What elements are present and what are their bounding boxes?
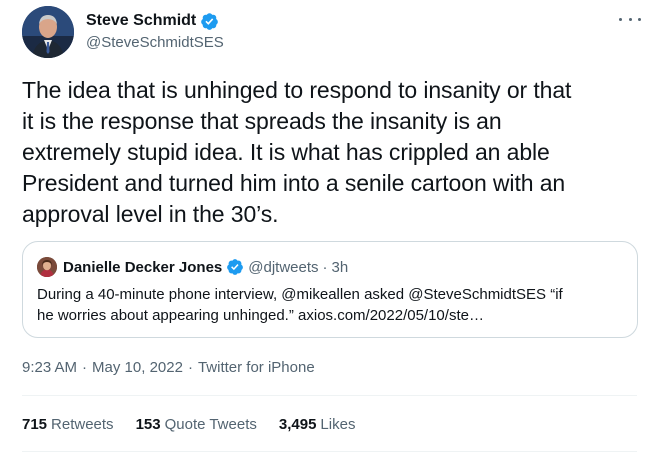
quoted-author-avatar: [37, 257, 57, 277]
author-names: Steve Schmidt @SteveSchmidtSES: [86, 10, 224, 51]
retweets-stat[interactable]: 715 Retweets: [22, 416, 114, 433]
quoted-timestamp: 3h: [331, 258, 349, 276]
likes-count: 3,495: [278, 416, 317, 433]
quote-tweets-count: 153: [135, 416, 161, 433]
author-display-name[interactable]: Steve Schmidt: [86, 12, 196, 30]
quoted-text-line: he worries about appearing unhinged.” ax…: [37, 307, 484, 324]
quoted-author-handle: @djtweets: [248, 258, 319, 276]
quoted-tweet-header: Danielle Decker Jones @djtweets · 3h: [37, 256, 348, 278]
author-handle[interactable]: @SteveSchmidtSES: [86, 34, 224, 51]
quoted-text-line: During a 40-minute phone interview, @mik…: [37, 286, 563, 303]
tweet-text-line: The idea that is unhinged to respond to …: [22, 77, 572, 103]
tweet-detail: Steve Schmidt @SteveSchmidtSES The idea …: [0, 0, 659, 454]
likes-label: Likes: [320, 416, 356, 433]
tweet-meta: 9:23 AM · May 10, 2022 · Twitter for iPh…: [22, 359, 315, 376]
author-avatar[interactable]: [22, 6, 74, 58]
divider: [22, 451, 637, 452]
tweet-text-line: extremely stupid idea. It is what has cr…: [22, 139, 550, 165]
tweet-time[interactable]: 9:23 AM: [22, 359, 77, 376]
quote-tweets-label: Quote Tweets: [164, 416, 257, 433]
quoted-tweet-text: During a 40-minute phone interview, @mik…: [37, 284, 627, 326]
tweet-text-line: approval level in the 30’s.: [22, 201, 279, 227]
tweet-source[interactable]: Twitter for iPhone: [198, 359, 315, 376]
meta-separator: ·: [82, 359, 88, 376]
quoted-tweet-card[interactable]: Danielle Decker Jones @djtweets · 3h Dur…: [22, 241, 638, 338]
quote-tweets-stat[interactable]: 153 Quote Tweets: [136, 416, 257, 433]
likes-stat[interactable]: 3,495 Likes: [279, 416, 356, 433]
more-horizontal-icon[interactable]: [619, 12, 641, 26]
quoted-separator: ·: [322, 258, 328, 276]
display-name-row: Steve Schmidt: [86, 10, 224, 32]
tweet-text-line: President and turned him into a senile c…: [22, 170, 566, 196]
retweets-label: Retweets: [51, 416, 114, 433]
verified-badge-icon: [226, 258, 244, 276]
retweets-count: 715: [22, 416, 48, 433]
tweet-text-line: it is the response that spreads the insa…: [22, 108, 502, 134]
tweet-stats: 715 Retweets 153 Quote Tweets 3,495 Likes: [22, 416, 377, 433]
tweet-header: Steve Schmidt @SteveSchmidtSES: [22, 6, 643, 58]
tweet-date[interactable]: May 10, 2022: [92, 359, 183, 376]
divider: [22, 395, 637, 396]
tweet-text: The idea that is unhinged to respond to …: [22, 75, 652, 230]
verified-badge-icon: [200, 12, 219, 31]
quoted-author-display-name: Danielle Decker Jones: [63, 258, 223, 276]
meta-separator: ·: [187, 359, 193, 376]
